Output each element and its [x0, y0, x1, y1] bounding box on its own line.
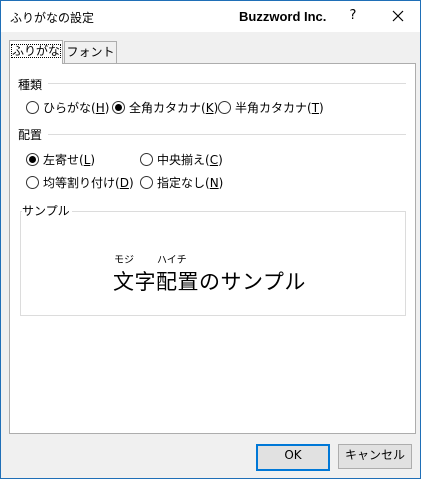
- tab-panel-furigana: 種類 ひらがな(H) 全角カタカナ(K) 半角カタカナ(T) 配置 左寄せ(L)…: [9, 63, 416, 434]
- sample-section-label: サンプル: [22, 202, 72, 219]
- radio-circle: [26, 153, 39, 166]
- window-title: ふりがなの設定: [10, 11, 95, 25]
- radio-hankaku-label: 半角カタカナ(: [235, 101, 312, 115]
- radio-circle: [26, 101, 39, 114]
- radio-circle: [140, 153, 153, 166]
- radio-hiragana[interactable]: ひらがな(H): [26, 100, 109, 116]
- radio-align-left-label: 左寄せ(: [43, 153, 84, 167]
- tab-furigana[interactable]: ふりがな: [9, 40, 63, 64]
- radio-zenkaku-key: K: [205, 101, 214, 115]
- radio-hiragana-label: ひらがな(: [43, 101, 96, 115]
- radio-align-distributed-label: 均等割り付け(: [43, 176, 120, 190]
- radio-align-center-key: C: [209, 153, 219, 167]
- radio-align-center-label: 中央揃え(: [157, 153, 210, 167]
- radio-hankaku-key: T: [311, 101, 320, 115]
- ruby-moji: モジ: [114, 255, 134, 266]
- radio-align-distributed-key: D: [119, 176, 129, 190]
- kind-section-label: 種類: [18, 78, 43, 92]
- radio-align-left[interactable]: 左寄せ(L): [26, 152, 95, 168]
- radio-align-distributed[interactable]: 均等割り付け(D): [26, 175, 134, 191]
- close-button[interactable]: [381, 5, 415, 27]
- radio-circle: [218, 101, 231, 114]
- close-icon: [392, 10, 404, 22]
- tab-font[interactable]: フォント: [64, 41, 117, 63]
- radio-align-left-key: L: [83, 153, 91, 167]
- radio-zenkaku-label: 全角カタカナ(: [129, 101, 206, 115]
- radio-circle: [140, 176, 153, 189]
- radio-align-none-label: 指定なし(: [157, 176, 210, 190]
- tab-font-label: フォント: [66, 45, 115, 59]
- alignment-section-label: 配置: [18, 128, 43, 142]
- radio-hiragana-key: H: [95, 101, 105, 115]
- radio-align-none[interactable]: 指定なし(N): [140, 175, 223, 191]
- tab-furigana-label: ふりがな: [10, 44, 61, 58]
- radio-circle: [26, 176, 39, 189]
- title-bar[interactable]: ふりがなの設定 Buzzword Inc. ?: [1, 1, 420, 32]
- ok-button[interactable]: OK: [256, 444, 330, 471]
- kind-divider: [48, 83, 406, 84]
- radio-circle: [112, 101, 125, 114]
- sample-frame: [20, 211, 406, 316]
- help-button[interactable]: ?: [343, 5, 363, 27]
- alignment-divider: [48, 134, 406, 135]
- radio-hankaku-katakana[interactable]: 半角カタカナ(T): [218, 100, 324, 116]
- brand-label: Buzzword Inc.: [239, 9, 327, 24]
- radio-zenkaku-katakana[interactable]: 全角カタカナ(K): [112, 100, 218, 116]
- ruby-haichi: ハイチ: [157, 255, 187, 266]
- cancel-button[interactable]: キャンセル: [338, 444, 412, 469]
- sample-text: 文字配置のサンプル: [113, 270, 306, 294]
- radio-align-none-key: N: [209, 176, 219, 190]
- dialog-window: ふりがなの設定 Buzzword Inc. ? ふりがな フォント 種類 ひらが…: [0, 0, 421, 479]
- radio-align-center[interactable]: 中央揃え(C): [140, 152, 223, 168]
